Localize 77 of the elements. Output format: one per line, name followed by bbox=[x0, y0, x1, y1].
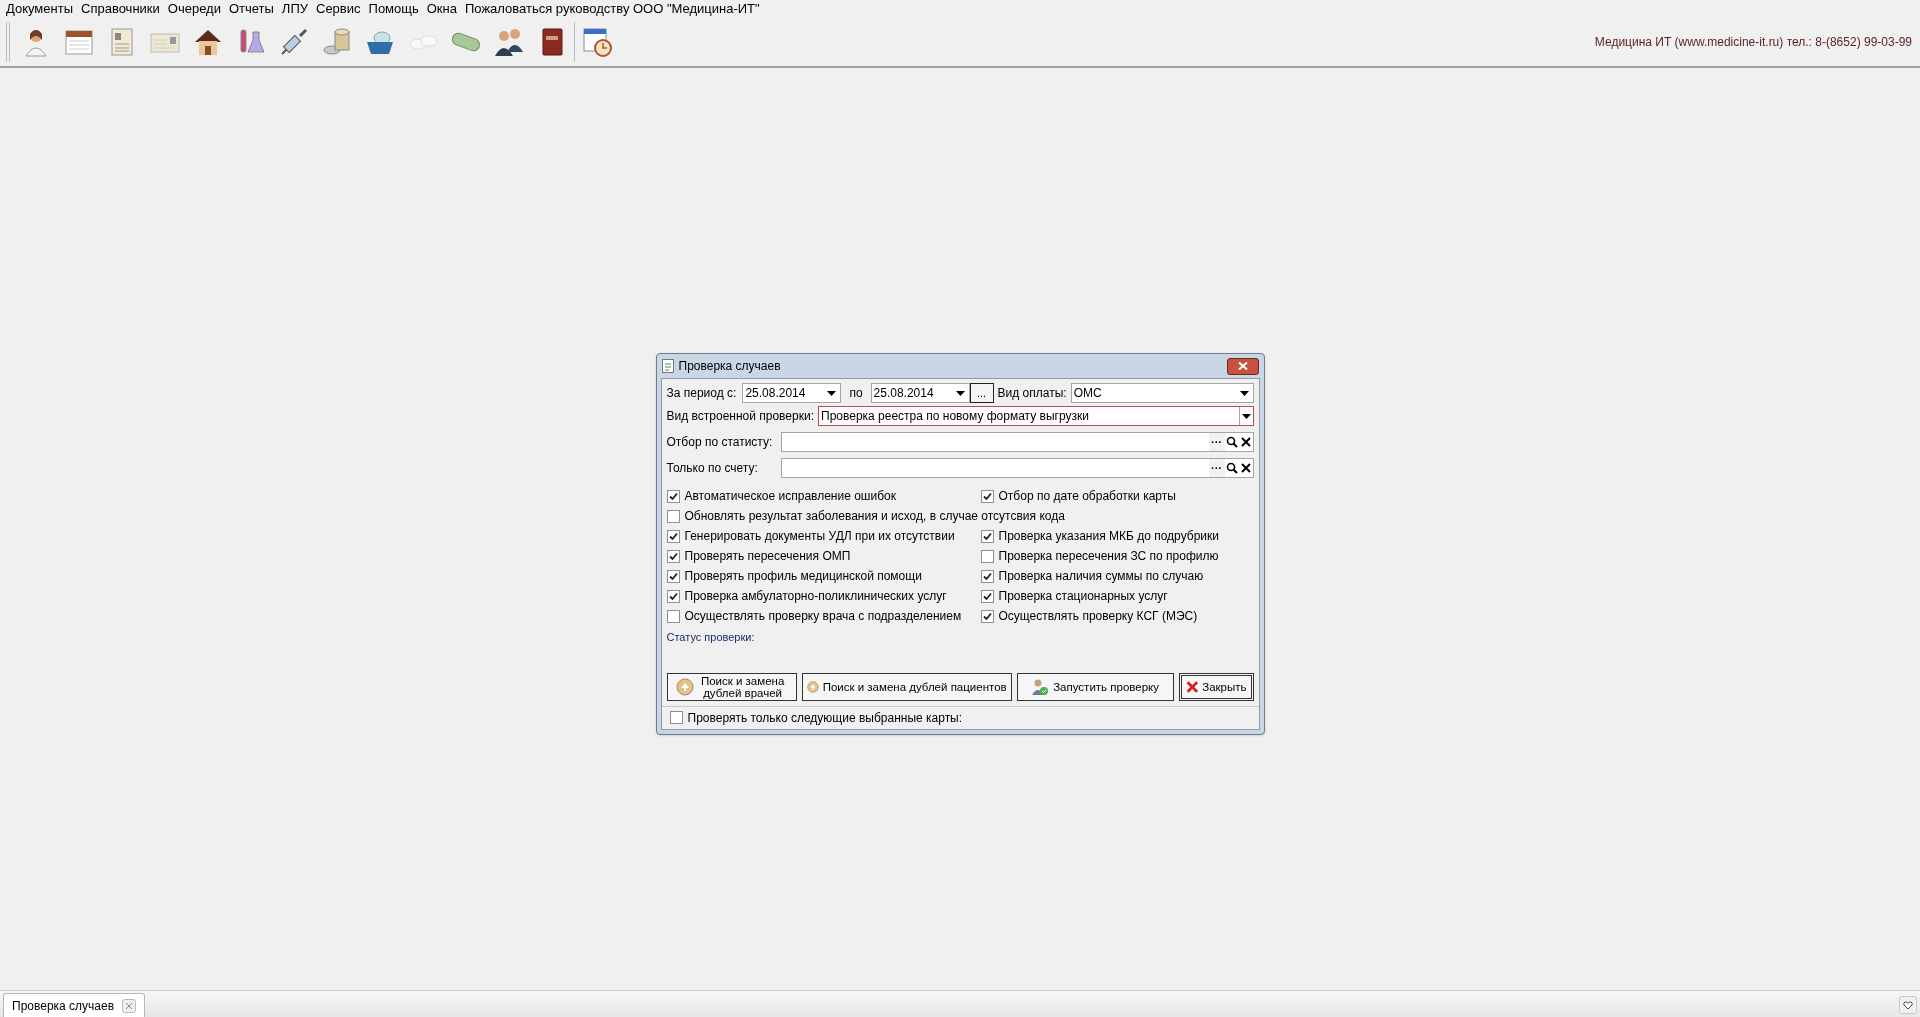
menu-item[interactable]: Окна bbox=[422, 0, 461, 17]
menu-item[interactable]: Отчеты bbox=[224, 0, 278, 17]
person-check-icon bbox=[1031, 677, 1050, 696]
dropdown-arrow-icon[interactable] bbox=[955, 390, 965, 396]
checkbox[interactable] bbox=[666, 489, 680, 503]
range-button[interactable]: ... bbox=[969, 383, 994, 403]
replace-duplicates-button[interactable]: Поиск и замена дублей пациентов bbox=[801, 672, 1012, 701]
check-type-select[interactable]: Проверка реестра по новому формату выгрузки bbox=[818, 406, 1254, 426]
more-button[interactable]: ··· bbox=[1208, 432, 1225, 451]
close-icon bbox=[1237, 362, 1248, 370]
close-button[interactable] bbox=[1226, 357, 1259, 375]
checkbox[interactable] bbox=[666, 509, 680, 523]
clear-icon[interactable] bbox=[1238, 434, 1253, 449]
lookup-field[interactable]: ··· bbox=[780, 431, 1254, 452]
close-icon[interactable] bbox=[122, 998, 137, 1013]
checkbox[interactable] bbox=[980, 609, 994, 623]
close-button[interactable]: Закрыть bbox=[1178, 672, 1254, 701]
favorite-button[interactable] bbox=[1899, 996, 1917, 1014]
checkbox-label: Проверять профиль медицинской помощи bbox=[684, 568, 922, 585]
field-label: Вид встроенной проверки: bbox=[666, 408, 814, 425]
checkbox-label: Проверять только следующие выбранные карты: bbox=[687, 709, 963, 727]
checkbox[interactable] bbox=[980, 489, 994, 503]
dialog-title: Проверка случаев bbox=[678, 358, 781, 375]
dropdown-arrow-icon[interactable] bbox=[827, 390, 837, 396]
checkbox[interactable] bbox=[980, 569, 994, 583]
checkbox-label: Обновлять результат заболевания и исход, в случае отсутсвия кода bbox=[684, 508, 1065, 525]
checkbox-label: Проверка наличия суммы по случаю bbox=[998, 568, 1204, 585]
search-icon[interactable] bbox=[1224, 434, 1239, 449]
field-label: Отбор по статисту: bbox=[666, 433, 774, 451]
window-tab[interactable]: Проверка случаев bbox=[3, 993, 146, 1017]
calendar-clock-icon[interactable] bbox=[581, 25, 613, 58]
run-check-button[interactable]: Запустить проверку bbox=[1016, 672, 1174, 701]
date-field[interactable]: 25.08.2014 bbox=[870, 383, 970, 403]
field-label: Только по счету: bbox=[666, 459, 759, 477]
search-icon[interactable] bbox=[1224, 460, 1239, 475]
document-icon bbox=[661, 359, 674, 373]
menu-item[interactable]: Документы bbox=[2, 0, 77, 17]
checkbox-label: Проверка стационарных услуг bbox=[998, 588, 1168, 605]
checkbox-label: Проверка указания МКБ до подрубрики bbox=[998, 528, 1219, 545]
replace-duplicates-button[interactable]: Поиск и замена дублей врачей bbox=[666, 672, 797, 701]
field-label: по bbox=[849, 385, 863, 402]
field-label: За период с: bbox=[666, 385, 737, 402]
menu-item[interactable]: ЛПУ bbox=[277, 0, 312, 17]
clear-icon[interactable] bbox=[1238, 460, 1253, 475]
payment-select[interactable]: ОМС bbox=[1070, 383, 1254, 403]
menu-item[interactable]: Пожаловаться руководству ООО "Медицина-ИТ" bbox=[460, 0, 764, 17]
checkbox[interactable] bbox=[666, 549, 680, 563]
dropdown-arrow-icon[interactable] bbox=[1241, 413, 1251, 419]
checkbox[interactable] bbox=[669, 711, 683, 724]
dropdown-arrow-icon[interactable] bbox=[1239, 390, 1249, 396]
status-label: Статус проверки: bbox=[666, 630, 756, 645]
checkbox-label: Отбор по дате обработки карты bbox=[998, 488, 1176, 505]
checkbox[interactable] bbox=[980, 529, 994, 543]
menu-item[interactable]: Справочники bbox=[77, 0, 164, 17]
heart-icon bbox=[1903, 1000, 1913, 1010]
checkbox-label: Осуществлять проверку КСГ (МЭС) bbox=[998, 608, 1198, 625]
checkbox-label: Проверять пересечения ОМП bbox=[684, 548, 851, 565]
checkbox-label: Осуществлять проверку врача с подразделением bbox=[684, 608, 962, 625]
menu-item[interactable]: Помощь bbox=[364, 0, 423, 17]
date-field[interactable]: 25.08.2014 bbox=[742, 383, 842, 403]
more-button[interactable]: ··· bbox=[1208, 458, 1225, 477]
lookup-field[interactable]: ··· bbox=[780, 457, 1254, 478]
field-label: Вид оплаты: bbox=[997, 385, 1067, 402]
close-icon bbox=[1185, 678, 1199, 695]
contact-info: Медицина ИТ (www.medicine-it.ru) тел.: 8-(8652) 99-03-99 bbox=[1594, 33, 1912, 51]
checkbox[interactable] bbox=[980, 589, 994, 603]
menu-item[interactable]: Очереди bbox=[163, 0, 225, 17]
checkbox[interactable] bbox=[666, 609, 680, 623]
checkbox[interactable] bbox=[980, 549, 994, 563]
checkbox[interactable] bbox=[666, 529, 680, 543]
checkbox[interactable] bbox=[666, 569, 680, 583]
checkbox-label: Проверка пересечения ЗС по профилю bbox=[998, 548, 1219, 565]
checkbox-label: Автоматическое исправление ошибок bbox=[684, 488, 896, 505]
checkbox[interactable] bbox=[666, 589, 680, 603]
checkbox-label: Проверка амбулаторно-поликлинических услуг bbox=[684, 588, 947, 605]
menu-item[interactable]: Сервис bbox=[312, 0, 365, 17]
checkbox-label: Генерировать документы УДЛ при их отсутствии bbox=[684, 528, 955, 545]
